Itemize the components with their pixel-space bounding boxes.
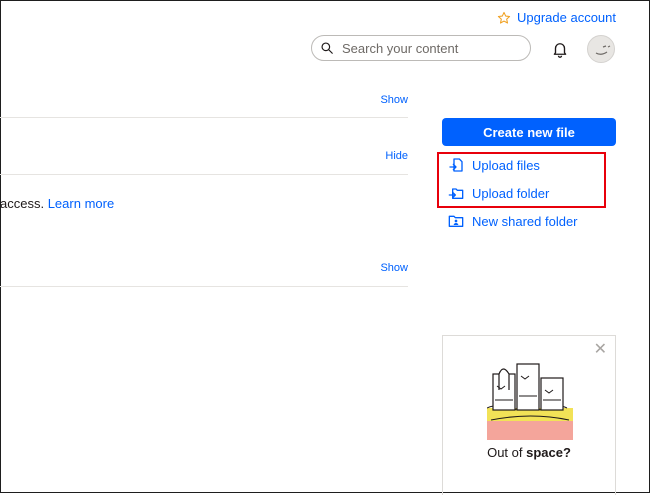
access-notice: access. Learn more	[0, 196, 114, 211]
create-new-file-button[interactable]: Create new file	[442, 118, 616, 146]
avatar-face-icon	[595, 45, 611, 55]
out-of-space-caption: Out of space?	[443, 445, 615, 460]
star-icon	[497, 11, 511, 24]
bell-icon[interactable]	[551, 40, 569, 58]
section-2-hide-toggle[interactable]: Hide	[385, 150, 408, 162]
upload-options-highlight-box	[437, 152, 606, 208]
upgrade-account-label: Upgrade account	[516, 10, 616, 25]
storage-illustration-icon	[487, 363, 573, 440]
access-notice-text: access.	[0, 196, 45, 211]
new-shared-folder-action[interactable]: New shared folder	[448, 213, 578, 229]
search-icon	[321, 42, 333, 54]
section-1: Show	[0, 85, 408, 118]
caption-bold: space?	[526, 445, 571, 460]
storage-promo-card: ✕ Out of space?	[442, 335, 616, 495]
section-3: Show	[0, 253, 408, 287]
upgrade-account-link[interactable]: Upgrade account	[497, 10, 616, 25]
new-shared-folder-label: New shared folder	[472, 213, 578, 229]
search-input[interactable]	[340, 39, 524, 57]
avatar[interactable]	[587, 35, 615, 63]
create-new-file-label: Create new file	[483, 124, 575, 140]
learn-more-link[interactable]: Learn more	[48, 196, 114, 211]
caption-prefix: Out of	[487, 445, 527, 460]
section-2: Hide	[0, 141, 408, 175]
search-box[interactable]	[311, 35, 531, 61]
close-icon[interactable]: ✕	[594, 342, 607, 358]
shared-folder-icon	[448, 215, 464, 227]
section-3-show-toggle[interactable]: Show	[380, 262, 408, 274]
section-1-show-toggle[interactable]: Show	[380, 94, 408, 106]
